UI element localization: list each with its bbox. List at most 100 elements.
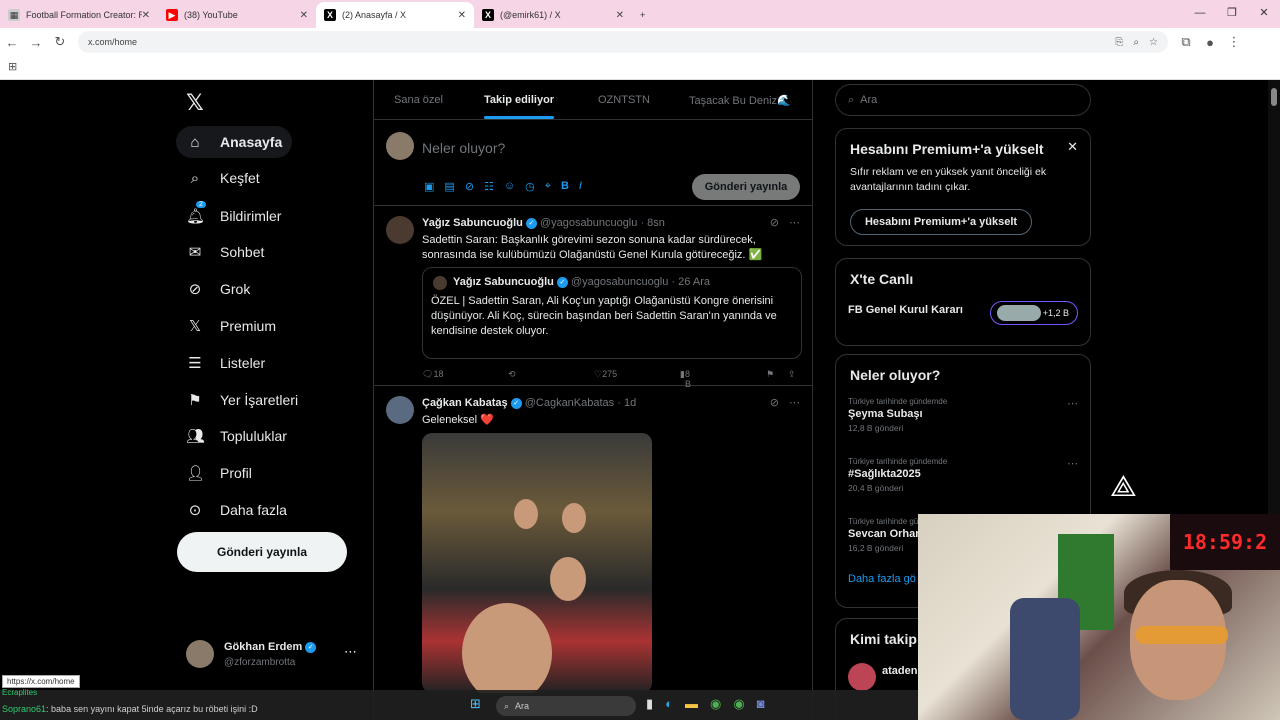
star-icon[interactable]: ☆ <box>1149 37 1158 48</box>
compose-box: Neler oluyor? ▣ ▤ ⊘ ☷ ☺ ◷ ⌖ B I Gönderi … <box>374 120 812 206</box>
tab-following[interactable]: Takip ediliyor <box>484 94 555 119</box>
profile-avatar-icon[interactable]: ● <box>1198 35 1222 50</box>
taskbar-search[interactable]: ⌕ Ara <box>496 696 636 716</box>
grok-icon[interactable]: ⊘ <box>770 216 779 229</box>
apps-grid-icon[interactable]: ⊞ <box>8 60 17 73</box>
quote-tweet[interactable]: Yağız Sabuncuoğlu ✓ @yagosabuncuoglu · 2… <box>422 267 802 359</box>
chrome-icon[interactable]: ◉ <box>710 696 721 712</box>
home-icon: ⌂ <box>190 133 200 151</box>
poll-icon[interactable]: ☷ <box>484 180 494 193</box>
folder-icon[interactable]: ▬ <box>685 696 698 712</box>
file-icon[interactable]: ▮ <box>646 696 653 712</box>
search-input[interactable]: ⌕ Ara <box>835 84 1091 116</box>
close-window-icon[interactable]: ✕ <box>1248 0 1280 28</box>
browser-tab[interactable]: ▦ Football Formation Creator: Re ✕ <box>0 2 158 28</box>
more-dots-icon[interactable]: ⋯ <box>344 644 357 660</box>
sidebar-item-explore[interactable]: ⌕ Keşfet <box>176 162 270 194</box>
zoom-icon[interactable]: ⌕ <box>1133 37 1139 48</box>
discord-icon[interactable]: ◙ <box>757 696 765 712</box>
reply-button[interactable]: 🗨︎ 18 <box>422 369 443 380</box>
avatar[interactable] <box>386 216 414 244</box>
tweet-time[interactable]: 1d <box>624 397 636 409</box>
webcam-chair <box>1010 598 1080 720</box>
trend-item[interactable]: Türkiye tarihinde gündemde Şeyma Subaşı … <box>848 397 1078 433</box>
show-more-link[interactable]: Daha fazla gö <box>848 573 916 585</box>
more-dots-icon[interactable]: ⋯ <box>789 396 800 409</box>
sidebar-item-home[interactable]: ⌂ Anasayfa <box>176 126 293 158</box>
grok-icon[interactable]: ⊘ <box>770 396 779 409</box>
italic-icon[interactable]: I <box>579 180 582 193</box>
premium-upgrade-button[interactable]: Hesabını Premium+'a yükselt <box>850 209 1032 235</box>
post-button[interactable]: Gönderi yayınla <box>177 532 347 572</box>
bookmark-icon[interactable]: ⚑ <box>766 369 774 380</box>
bold-icon[interactable]: B <box>561 180 569 193</box>
emoji-icon[interactable]: ☺ <box>504 180 515 193</box>
close-tab-icon[interactable]: ✕ <box>458 10 466 21</box>
tweet-handle[interactable]: @yagosabuncuoglu <box>540 217 637 229</box>
sidebar-item-grok[interactable]: ⊘ Grok <box>176 273 260 305</box>
tweet-author-name[interactable]: Yağız Sabuncuoğlu <box>422 217 523 229</box>
install-icon[interactable]: ⎘ <box>1115 37 1123 48</box>
close-icon[interactable]: ✕ <box>1067 139 1078 155</box>
sidebar-item-communities[interactable]: 👥︎ Topluluklar <box>176 420 297 452</box>
live-listeners-pill[interactable]: +1,2 B <box>990 301 1078 325</box>
share-icon[interactable]: ⇪ <box>788 369 796 380</box>
live-space-name[interactable]: FB Genel Kurul Kararı <box>848 304 963 316</box>
menu-icon[interactable]: ⋮ <box>1222 34 1246 50</box>
grok-icon[interactable]: ⊘ <box>465 180 474 193</box>
tweet[interactable]: Çağkan Kabataş ✓ @CagkanKabatas · 1d ⊘ ⋯… <box>374 386 812 716</box>
new-tab-button[interactable]: + <box>632 2 662 28</box>
windows-start-icon[interactable]: ⊞ <box>470 696 481 712</box>
minimize-icon[interactable]: — <box>1184 0 1216 28</box>
x-logo-icon[interactable]: 𝕏 <box>186 90 204 116</box>
restore-icon[interactable]: ❐ <box>1216 0 1248 28</box>
sidebar-item-premium[interactable]: 𝕏 Premium <box>176 310 286 342</box>
tweet-time[interactable]: 8sn <box>647 217 665 229</box>
repost-icon[interactable]: ⟲ <box>508 369 516 380</box>
suggested-account-name[interactable]: ataden <box>882 665 917 677</box>
tab-ozntstn[interactable]: OZNTSTN <box>598 94 650 106</box>
forward-icon[interactable]: → <box>24 35 48 50</box>
tweet[interactable]: Yağız Sabuncuoğlu ✓ @yagosabuncuoglu · 8… <box>374 206 812 389</box>
close-tab-icon[interactable]: ✕ <box>142 10 150 21</box>
sidebar-item-bookmarks[interactable]: ⚑ Yer İşaretleri <box>176 384 308 416</box>
tweet-handle[interactable]: @CagkanKabatas <box>525 397 614 409</box>
extensions-icon[interactable]: ⧉ <box>1174 34 1198 50</box>
sidebar-item-profile[interactable]: 👤︎ Profil <box>176 457 262 489</box>
sidebar-item-messages[interactable]: ✉ Sohbet <box>176 236 274 268</box>
reload-icon[interactable]: ↻ <box>48 34 72 50</box>
browser-tab[interactable]: X (@emirk61) / X ✕ <box>474 2 632 28</box>
tweet-photo[interactable] <box>422 433 652 693</box>
avatar[interactable] <box>848 663 876 691</box>
browser-tab-active[interactable]: X (2) Anasayfa / X ✕ <box>316 2 474 28</box>
views-button[interactable]: ▮ 8 B <box>680 369 691 389</box>
sidebar-item-more[interactable]: ⊙ Daha fazla <box>176 494 297 526</box>
trend-item[interactable]: Türkiye tarihinde gündemde #Sağlıkta2025… <box>848 457 1078 493</box>
edge-icon[interactable]: ◐ <box>665 696 673 712</box>
sidebar-item-notifications[interactable]: 🔔︎ 2 Bildirimler <box>176 200 291 232</box>
url-input[interactable]: x.com/home ⎘ ⌕ ☆ <box>78 31 1168 53</box>
like-button[interactable]: ♡ 275 <box>594 369 617 380</box>
chrome-icon[interactable]: ◉ <box>733 696 744 712</box>
close-tab-icon[interactable]: ✕ <box>300 10 308 21</box>
digital-clock: 18:59:2 <box>1170 514 1280 570</box>
more-dots-icon[interactable]: ⋯ <box>1067 397 1078 410</box>
tweet-author-name[interactable]: Çağkan Kabataş <box>422 397 508 409</box>
compose-post-button[interactable]: Gönderi yayınla <box>692 174 800 200</box>
more-dots-icon[interactable]: ⋯ <box>1067 457 1078 470</box>
avatar[interactable] <box>386 396 414 424</box>
browser-tab[interactable]: ▶ (38) YouTube ✕ <box>158 2 316 28</box>
sidebar-item-lists[interactable]: ☰ Listeler <box>176 347 275 379</box>
tab-for-you[interactable]: Sana özel <box>394 94 443 106</box>
gif-icon[interactable]: ▤ <box>444 180 454 193</box>
image-icon[interactable]: ▣ <box>424 180 434 193</box>
scrollbar-thumb[interactable] <box>1271 88 1277 106</box>
more-dots-icon[interactable]: ⋯ <box>789 216 800 229</box>
schedule-icon[interactable]: ◷ <box>525 180 535 193</box>
location-icon[interactable]: ⌖ <box>545 180 551 193</box>
back-icon[interactable]: ← <box>0 35 24 50</box>
tab-tasacak-bu-deniz[interactable]: Taşacak Bu Deniz🌊 <box>689 94 791 107</box>
compose-input[interactable]: Neler oluyor? <box>422 140 505 156</box>
account-switcher[interactable]: Gökhan Erdem ✓ @zforzambrotta ⋯ <box>186 638 366 674</box>
close-tab-icon[interactable]: ✕ <box>616 10 624 21</box>
